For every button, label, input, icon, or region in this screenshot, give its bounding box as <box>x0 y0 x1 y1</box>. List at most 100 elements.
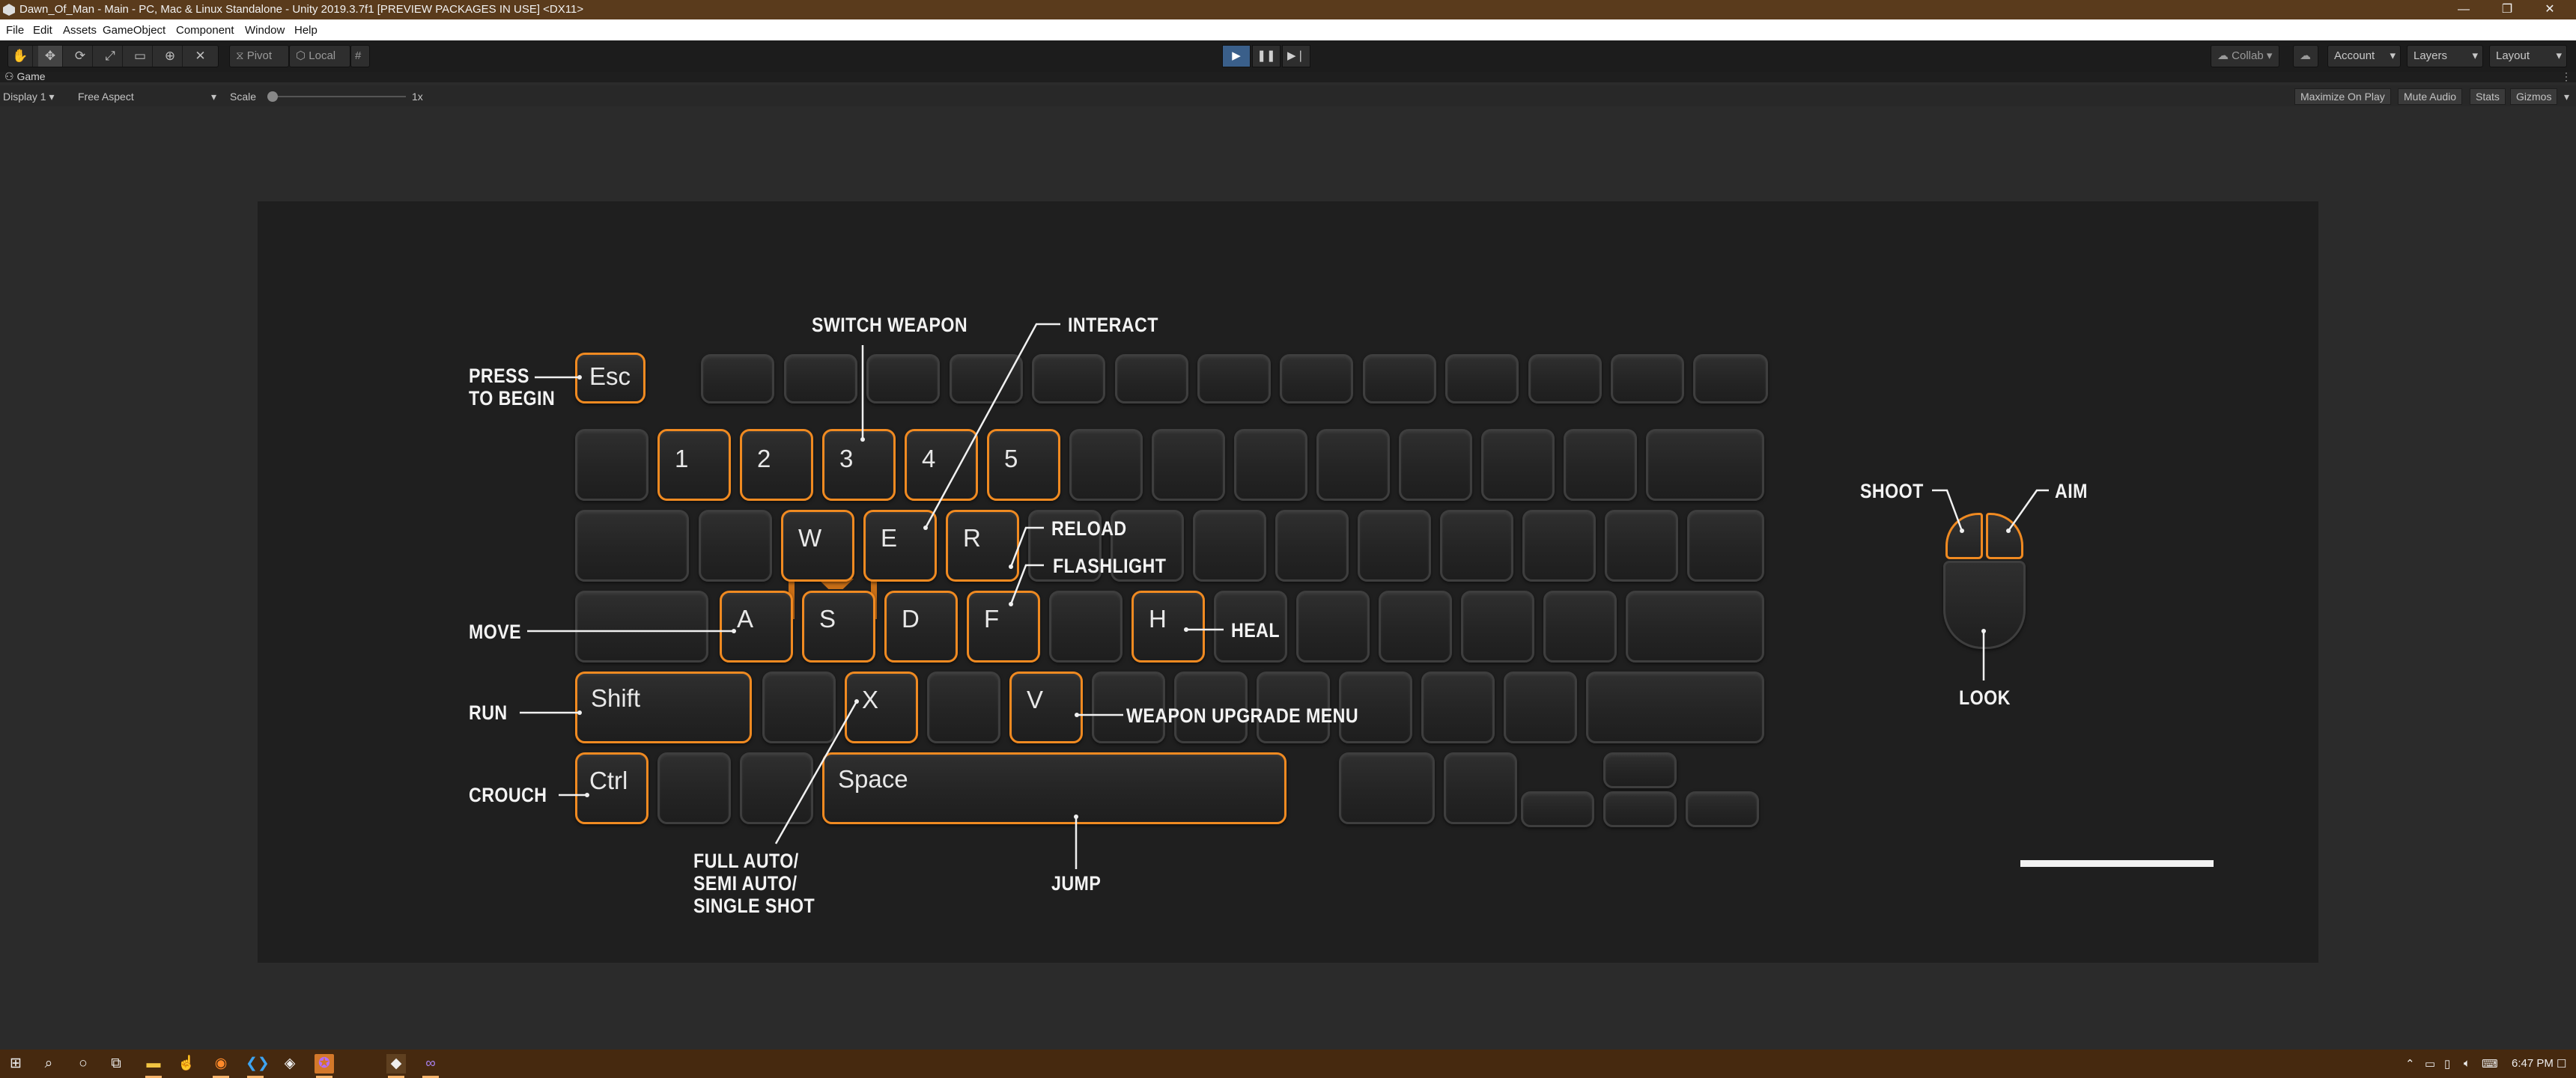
pivot-toggle[interactable]: ⧖ Pivot <box>229 45 289 67</box>
tab-row: ⚇ Game ⋮ <box>0 70 2576 84</box>
stats-toggle[interactable]: Stats <box>2470 88 2506 105</box>
cloud-icon: ☁ <box>2300 49 2311 62</box>
gamepad-icon: ⚇ <box>4 70 17 82</box>
label-flashlight: FLASHLIGHT <box>1053 555 1167 577</box>
taskbar: ⊞ ⌕ ○ ⧉ ▬ ☝ ◉ ❮❯ ◈ ▣ ✪ ◆ ∞ ⌃ ▭ ▯ 🔈︎ ⌨ 6:… <box>0 1050 2576 1078</box>
unity-hub-icon[interactable]: ◈ <box>280 1054 300 1074</box>
local-toggle[interactable]: ⬡ Local <box>289 45 350 67</box>
label-full-auto: FULL AUTO/ <box>693 850 799 872</box>
collab-label: Collab ▾ <box>2232 49 2273 62</box>
label-semi-auto: SEMI AUTO/ <box>693 872 798 895</box>
custom-tool-icon[interactable]: ✕ <box>188 46 213 67</box>
account-label: Account <box>2334 49 2375 62</box>
firefox-icon[interactable]: ◉ <box>211 1054 231 1078</box>
layers-dropdown[interactable]: Layers ▾ <box>2407 45 2483 67</box>
file-explorer-icon[interactable]: ▬ <box>144 1054 163 1078</box>
aspect-label: Free Aspect <box>78 91 134 103</box>
toolbar: ✋ ✥ ⟳ ⤢ ▭ ⊕ ✕ ⧖ Pivot ⬡ Local # ▶ ❚❚ ▶❘ … <box>0 40 2576 72</box>
collab-icon: ☁ <box>2217 49 2232 62</box>
title-bar: Dawn_Of_Man - Main - PC, Mac & Linux Sta… <box>0 0 2576 19</box>
menu-bar: File Edit Assets GameObject Component Wi… <box>0 19 2576 40</box>
account-dropdown[interactable]: Account ▾ <box>2327 45 2401 67</box>
display-dropdown[interactable]: Display 1 ▾ <box>3 91 55 103</box>
rotate-tool-icon[interactable]: ⟳ <box>68 46 93 67</box>
hand-cursor-icon[interactable]: ☝ <box>177 1054 196 1074</box>
menu-window[interactable]: Window <box>245 24 285 37</box>
layout-dropdown[interactable]: Layout ▾ <box>2489 45 2567 67</box>
annotation-leader-lines <box>520 323 2049 869</box>
transform-tool-icon[interactable]: ⊕ <box>158 46 183 67</box>
label-aim: AIM <box>2055 480 2088 502</box>
collab-dropdown[interactable]: ☁ Collab ▾ <box>2211 45 2279 67</box>
label-crouch: CROUCH <box>469 784 547 806</box>
gizmos-dropdown[interactable]: Gizmos <box>2510 88 2558 105</box>
mute-audio-toggle[interactable]: Mute Audio <box>2398 88 2463 105</box>
menu-assets[interactable]: Assets <box>63 24 97 37</box>
label-switch-weapon: SWITCH WEAPON <box>812 314 968 336</box>
tab-menu-icon[interactable]: ⋮ <box>2561 70 2572 83</box>
local-icon: ⬡ <box>296 49 309 62</box>
menu-file[interactable]: File <box>6 24 24 37</box>
pivot-icon: ⧖ <box>236 49 247 62</box>
scale-slider-handle[interactable] <box>267 91 278 102</box>
menu-gameobject[interactable]: GameObject <box>103 24 165 37</box>
messenger-icon[interactable]: ✪ <box>315 1054 334 1074</box>
chevron-down-icon[interactable]: ▾ <box>2564 91 2569 103</box>
step-button[interactable]: ▶❘ <box>1282 45 1310 67</box>
scale-tool-icon[interactable]: ⤢ <box>98 46 123 67</box>
hand-tool-icon[interactable]: ✋ <box>8 46 33 67</box>
tab-game[interactable]: ⚇ Game <box>0 70 50 84</box>
label-weapon-upgrade-menu: WEAPON UPGRADE MENU <box>1126 704 1359 727</box>
unity-icon[interactable]: ◆ <box>386 1054 406 1078</box>
pause-button[interactable]: ❚❚ <box>1252 45 1281 67</box>
chevron-down-icon: ▾ <box>2390 49 2396 62</box>
pivot-label: Pivot <box>246 49 273 62</box>
visual-studio-icon[interactable]: ∞ <box>421 1054 440 1078</box>
layers-label: Layers <box>2414 49 2448 62</box>
search-icon[interactable]: ⌕ <box>39 1054 58 1074</box>
move-tool-icon[interactable]: ✥ <box>38 46 63 67</box>
scale-slider-track[interactable] <box>271 96 406 97</box>
label-heal: HEAL <box>1231 619 1280 642</box>
menu-edit[interactable]: Edit <box>33 24 52 37</box>
battery-icon[interactable]: ▯ <box>2444 1057 2450 1071</box>
network-icon[interactable]: ▭ <box>2425 1057 2435 1071</box>
language-icon[interactable]: ⌨ <box>2482 1057 2498 1071</box>
play-button[interactable]: ▶ <box>1222 45 1251 67</box>
tray-overflow-icon[interactable]: ⌃ <box>2405 1057 2415 1071</box>
task-view-icon[interactable]: ⧉ <box>106 1054 126 1074</box>
label-interact: INTERACT <box>1068 314 1158 336</box>
clock[interactable]: 6:47 PM <box>2512 1057 2554 1070</box>
label-reload: RELOAD <box>1051 517 1127 540</box>
controls-screen: Esc 1 2 3 4 5 W E R A S D F H Shift X V … <box>258 201 2318 963</box>
chevron-down-icon: ▾ <box>2556 49 2562 62</box>
aspect-dropdown[interactable]: Free Aspect <box>78 91 134 103</box>
scale-label: Scale <box>230 91 257 103</box>
cortana-icon[interactable]: ○ <box>73 1054 93 1074</box>
rect-tool-icon[interactable]: ▭ <box>128 46 153 67</box>
windows-start-icon[interactable]: ⊞ <box>6 1054 25 1074</box>
label-move: MOVE <box>469 621 522 643</box>
scale-value: 1x <box>412 91 423 103</box>
maximize-on-play-toggle[interactable]: Maximize On Play <box>2294 88 2391 105</box>
vscode-icon[interactable]: ❮❯ <box>246 1054 270 1078</box>
menu-component[interactable]: Component <box>176 24 234 37</box>
label-single-shot: SINGLE SHOT <box>693 895 815 917</box>
close-button[interactable]: ✕ <box>2524 0 2576 19</box>
display-label: Display 1 <box>3 91 46 103</box>
unity-logo-icon <box>3 4 15 16</box>
chevron-down-icon[interactable]: ▾ <box>211 91 216 103</box>
label-jump: JUMP <box>1051 872 1102 895</box>
grid-icon: # <box>355 49 362 62</box>
label-press: PRESS <box>469 365 529 387</box>
volume-icon[interactable]: 🔈︎ <box>2464 1057 2470 1070</box>
notifications-icon[interactable]: ☐ <box>2557 1057 2566 1071</box>
grid-snap-button[interactable]: # <box>350 45 370 67</box>
tab-game-label: Game <box>16 70 46 82</box>
cloud-button[interactable]: ☁ <box>2293 45 2318 67</box>
window-title: Dawn_Of_Man - Main - PC, Mac & Linux Sta… <box>19 3 584 16</box>
menu-help[interactable]: Help <box>294 24 318 37</box>
chevron-down-icon: ▾ <box>2472 49 2478 62</box>
local-label: Local <box>309 49 336 62</box>
label-shoot: SHOOT <box>1860 480 1924 502</box>
